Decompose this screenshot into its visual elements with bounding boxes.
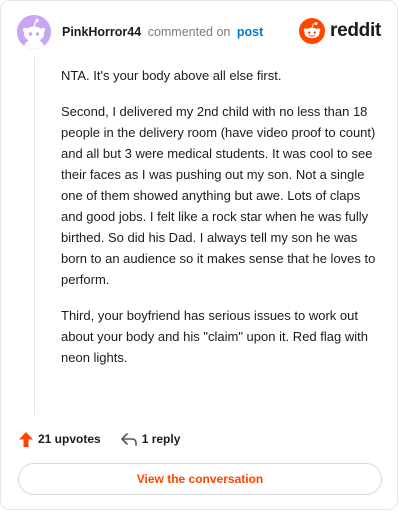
comment-embed-card: PinkHorror44 commented on post reddit NT… — [0, 0, 398, 510]
comment-paragraph: Third, your boyfriend has serious issues… — [61, 308, 368, 365]
snoo-avatar-icon — [17, 15, 51, 49]
comment-meta: 21 upvotes 1 reply — [19, 429, 200, 449]
upvotes[interactable]: 21 upvotes — [19, 431, 101, 447]
comment-body: NTA. It's your body above all else first… — [61, 65, 381, 383]
post-link[interactable]: post — [237, 25, 263, 39]
reply-count: 1 reply — [141, 432, 181, 446]
avatar[interactable] — [17, 15, 51, 49]
reddit-logo[interactable]: reddit — [299, 17, 381, 45]
upvote-count: 21 upvotes — [38, 432, 101, 446]
upvote-arrow-icon — [19, 431, 33, 447]
comment-header-text: PinkHorror44 commented on post — [62, 25, 263, 39]
reddit-wordmark: reddit — [330, 20, 381, 41]
view-conversation-button[interactable]: View the conversation — [18, 463, 382, 495]
thread-line — [34, 57, 35, 415]
replies[interactable]: 1 reply — [120, 432, 181, 446]
comment-paragraph: NTA. It's your body above all else first… — [61, 68, 282, 83]
username-link[interactable]: PinkHorror44 — [62, 25, 141, 39]
reply-arrow-icon — [120, 432, 137, 446]
comment-paragraph: Second, I delivered my 2nd child with no… — [61, 104, 376, 287]
reddit-snoo-icon — [299, 18, 326, 44]
comment-header: PinkHorror44 commented on post reddit — [17, 15, 381, 55]
action-text: commented on — [147, 25, 231, 39]
